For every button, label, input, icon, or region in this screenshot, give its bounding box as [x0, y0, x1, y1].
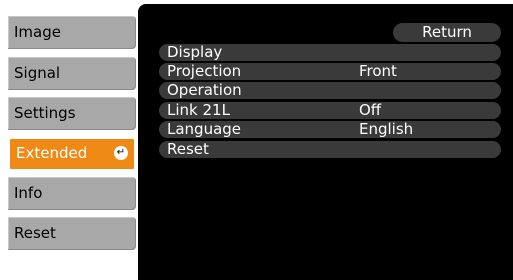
- menu-row-display[interactable]: Display: [159, 44, 501, 61]
- row-label: Display: [167, 43, 223, 61]
- row-label: Operation: [167, 81, 242, 99]
- row-label: Projection: [167, 62, 242, 80]
- sidebar-item-signal[interactable]: Signal: [8, 57, 136, 90]
- menu-row-language[interactable]: Language English: [159, 121, 501, 138]
- sidebar-item-extended[interactable]: Extended ↵: [8, 137, 136, 171]
- return-label: Return: [422, 23, 472, 41]
- row-value: Off: [359, 101, 382, 119]
- sidebar-item-label: Settings: [14, 104, 76, 122]
- row-value: Front: [359, 62, 397, 80]
- sidebar-menu: Image Signal Settings Extended ↵ Info Re…: [0, 0, 148, 280]
- menu-row-operation[interactable]: Operation: [159, 82, 501, 99]
- sidebar-item-label: Extended: [16, 144, 88, 162]
- menu-row-link-21l[interactable]: Link 21L Off: [159, 102, 501, 119]
- row-label: Language: [167, 120, 242, 138]
- sidebar-item-label: Info: [14, 184, 43, 202]
- sidebar-item-reset[interactable]: Reset: [8, 217, 136, 250]
- sidebar-item-image[interactable]: Image: [8, 16, 136, 49]
- sidebar-item-label: Image: [14, 23, 61, 41]
- menu-row-projection[interactable]: Projection Front: [159, 63, 501, 80]
- return-button[interactable]: Return: [393, 23, 501, 42]
- sidebar-item-label: Signal: [14, 64, 61, 82]
- row-label: Reset: [167, 140, 209, 158]
- enter-icon: ↵: [114, 146, 128, 160]
- extended-menu-panel: Return Display Projection Front Operatio…: [138, 4, 513, 280]
- sidebar-item-settings[interactable]: Settings: [8, 97, 136, 130]
- row-value: English: [359, 120, 414, 138]
- sidebar-item-info[interactable]: Info: [8, 177, 136, 210]
- row-label: Link 21L: [167, 101, 230, 119]
- sidebar-item-label: Reset: [14, 224, 56, 242]
- menu-row-reset[interactable]: Reset: [159, 141, 501, 158]
